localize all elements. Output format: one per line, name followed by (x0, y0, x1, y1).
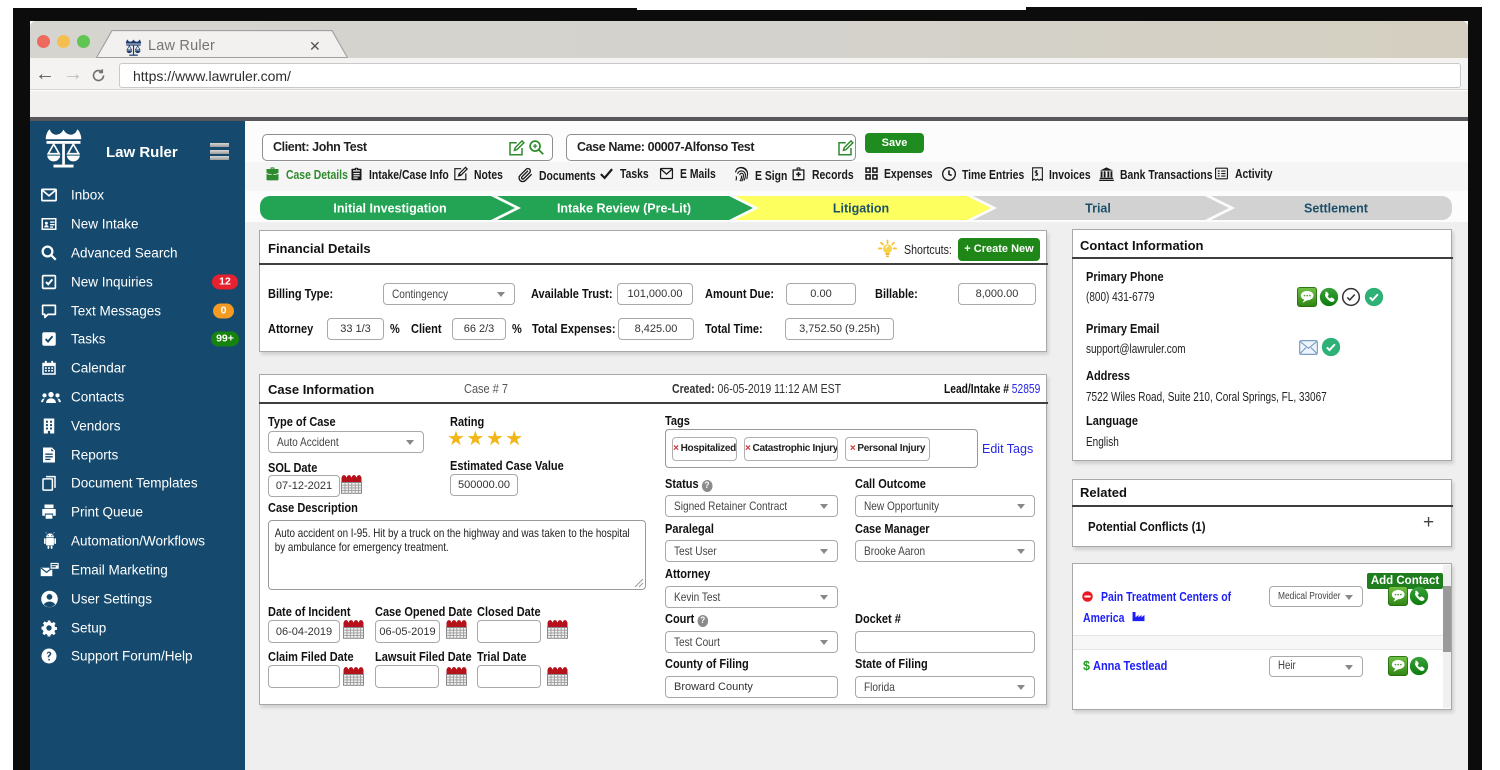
svg-text:Litigation: Litigation (833, 202, 889, 216)
svg-text:Intake Review (Pre-Lit): Intake Review (Pre-Lit) (557, 202, 691, 216)
svg-text:Settlement: Settlement (1304, 202, 1369, 216)
svg-text:Initial Investigation: Initial Investigation (333, 202, 446, 216)
svg-text:Trial: Trial (1085, 202, 1111, 216)
